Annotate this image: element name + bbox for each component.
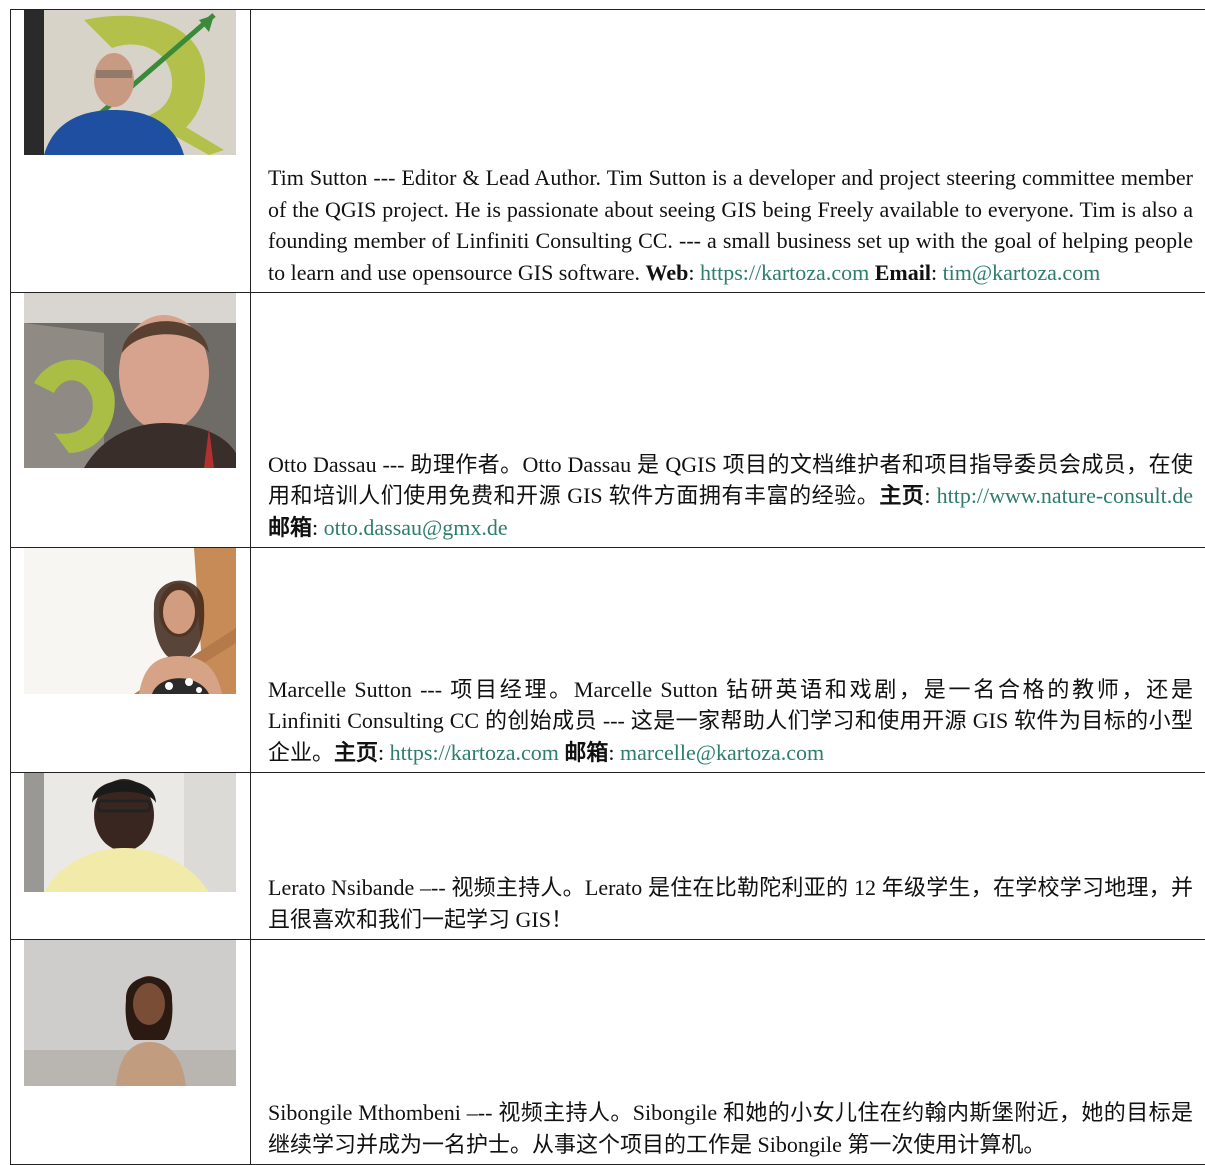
author-name: Sibongile Mthombeni: [268, 1100, 461, 1125]
photo-cell: [11, 293, 251, 548]
email-label: Email: [875, 260, 931, 285]
web-label: Web: [646, 260, 689, 285]
separator: –--: [414, 875, 451, 900]
separator: –--: [461, 1100, 498, 1125]
author-bio-cell: Lerato Nsibande –-- 视频主持人。Lerato 是住在比勒陀利…: [251, 773, 1205, 940]
photo-cell: [11, 940, 251, 1165]
author-name: Otto Dassau: [268, 452, 377, 477]
web-label: 主页: [879, 483, 924, 508]
web-link[interactable]: https://kartoza.com: [700, 260, 869, 285]
portrait-photo-marcelle-sutton: [24, 548, 236, 694]
author-bio-cell: Otto Dassau --- 助理作者。Otto Dassau 是 QGIS …: [251, 293, 1205, 548]
separator: ---: [412, 677, 450, 702]
author-role: 视频主持人。: [498, 1100, 632, 1125]
portrait-photo-tim-sutton: [24, 10, 236, 155]
photo-cell: [11, 10, 251, 293]
author-row: Sibongile Mthombeni –-- 视频主持人。Sibongile …: [11, 940, 1205, 1165]
author-name: Lerato Nsibande: [268, 875, 414, 900]
photo-cell: [11, 548, 251, 773]
author-bio-cell: Tim Sutton --- Editor & Lead Author. Tim…: [251, 10, 1205, 293]
web-link[interactable]: https://kartoza.com: [390, 740, 559, 765]
author-row: Lerato Nsibande –-- 视频主持人。Lerato 是住在比勒陀利…: [11, 773, 1205, 940]
web-link[interactable]: http://www.nature-consult.de: [937, 483, 1193, 508]
email-link[interactable]: marcelle@kartoza.com: [620, 740, 824, 765]
author-row: Marcelle Sutton --- 项目经理。Marcelle Sutton…: [11, 548, 1205, 773]
author-row: Otto Dassau --- 助理作者。Otto Dassau 是 QGIS …: [11, 293, 1205, 548]
separator: ---: [377, 452, 411, 477]
author-role: 助理作者。: [410, 452, 522, 477]
portrait-photo-otto-dassau: [24, 293, 236, 468]
author-role: Editor & Lead Author.: [401, 165, 601, 190]
email-label: 邮箱: [268, 515, 312, 540]
photo-cell: [11, 773, 251, 940]
author-name: Tim Sutton: [268, 165, 367, 190]
author-bio-cell: Sibongile Mthombeni –-- 视频主持人。Sibongile …: [251, 940, 1205, 1165]
author-row: Tim Sutton --- Editor & Lead Author. Tim…: [11, 10, 1205, 293]
author-bio-cell: Marcelle Sutton --- 项目经理。Marcelle Sutton…: [251, 548, 1205, 773]
author-role: 视频主持人。: [451, 875, 584, 900]
email-link[interactable]: tim@kartoza.com: [943, 260, 1101, 285]
web-label: 主页: [334, 740, 378, 765]
separator: ---: [367, 165, 401, 190]
portrait-photo-lerato-nsibande: [24, 773, 236, 892]
authors-table: Tim Sutton --- Editor & Lead Author. Tim…: [10, 9, 1205, 1165]
author-role: 项目经理。: [450, 677, 574, 702]
portrait-photo-sibongile-mthombeni: [24, 940, 236, 1086]
email-label: 邮箱: [564, 740, 608, 765]
email-link[interactable]: otto.dassau@gmx.de: [324, 515, 508, 540]
author-name: Marcelle Sutton: [268, 677, 412, 702]
